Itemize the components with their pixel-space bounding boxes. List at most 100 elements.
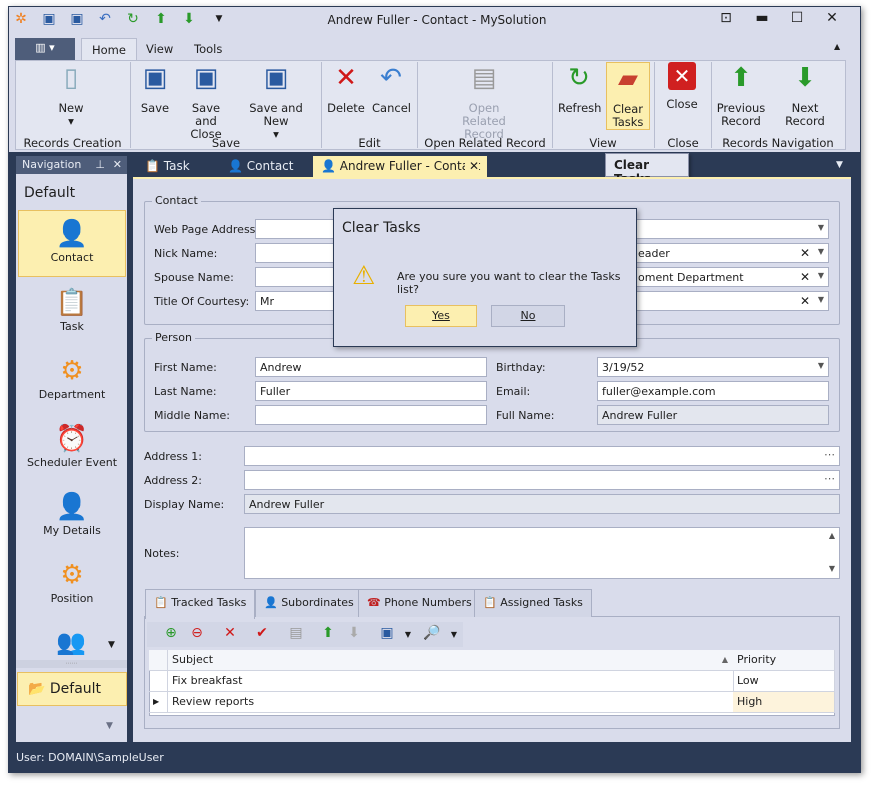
tab-assigned-tasks[interactable]: 📋 Assigned Tasks	[474, 589, 592, 617]
email-input[interactable]: fuller@example.com	[597, 381, 829, 401]
splitter-handle[interactable]: ⋯⋯	[16, 660, 127, 668]
spouse-name-input[interactable]	[255, 267, 335, 287]
open-related-record-button[interactable]: ▤ Open Related Record	[446, 62, 522, 141]
check-icon[interactable]: ✔	[252, 625, 272, 641]
field-label: Birthday:	[496, 361, 546, 374]
display-name-field: Andrew Fuller	[244, 494, 840, 514]
export-dropdown-icon[interactable]: ▼	[398, 630, 418, 639]
cell-priority[interactable]: High	[733, 692, 835, 713]
clear-tasks-label: Clear Tasks	[612, 102, 644, 129]
ribbon-tab-home[interactable]: Home	[81, 38, 137, 60]
arrow-up-icon[interactable]: ⬆	[318, 625, 338, 641]
tab-phone-numbers[interactable]: ☎ Phone Numbers	[358, 589, 481, 617]
first-name-input[interactable]: Andrew	[255, 357, 487, 377]
cell-subject[interactable]: Review reports	[168, 692, 734, 713]
column-header-subject[interactable]: Subject ▲	[168, 650, 734, 671]
ellipsis-button[interactable]: ⋯	[824, 472, 835, 485]
arrow-down-icon[interactable]: ⬇	[344, 625, 364, 641]
close-button[interactable]: ✕ Close	[662, 62, 702, 111]
role-icon[interactable]: 👥	[56, 628, 86, 656]
toolbar-options-icon[interactable]: ▼	[444, 630, 464, 639]
person-icon: 👤	[264, 596, 278, 609]
app-menu-button[interactable]: ▥ ▾	[15, 38, 75, 60]
tab-tracked-tasks[interactable]: 📋 Tracked Tasks	[145, 589, 256, 619]
refresh-label: Refresh	[558, 101, 602, 115]
doc-tab-contact[interactable]: 👤 Contact	[220, 156, 301, 177]
doc-tab-andrew-fuller[interactable]: 👤 Andrew Fuller - Contact ✕	[313, 156, 487, 177]
remove-item-icon[interactable]: ⊖	[187, 625, 207, 641]
close-window-button[interactable]: ✕	[822, 10, 842, 26]
ribbon-tab-tools[interactable]: Tools	[184, 38, 232, 60]
row-indicator[interactable]	[149, 671, 168, 692]
more-items-icon[interactable]: ▼	[108, 640, 115, 650]
clear-tasks-button[interactable]: ▰ Clear Tasks	[606, 62, 650, 130]
ellipsis-button[interactable]: ⋯	[824, 448, 835, 461]
nav-item-task[interactable]: 📋 Task	[18, 286, 126, 333]
save-button[interactable]: ▣ Save	[138, 62, 172, 115]
nav-item-position[interactable]: ⚙ Position	[18, 558, 126, 605]
minimize-button[interactable]: ▬	[752, 10, 772, 26]
new-button[interactable]: ▯ New ▾	[50, 62, 92, 128]
new-item-icon[interactable]: ⊕	[161, 625, 181, 641]
close-tab-icon[interactable]: ✕	[464, 159, 479, 173]
save-and-close-button[interactable]: ▣ Save and Close	[180, 62, 232, 141]
no-button[interactable]: No	[491, 305, 565, 327]
cell-subject[interactable]: Fix breakfast	[168, 671, 734, 692]
focused-row-icon[interactable]: ▶	[149, 692, 168, 713]
nav-group-default[interactable]: 📂 Default	[17, 672, 127, 706]
search-icon[interactable]: 🔎	[422, 625, 442, 641]
middle-name-input[interactable]	[255, 405, 487, 425]
nav-label: Contact	[50, 251, 94, 264]
tab-label: Assigned Tasks	[500, 596, 583, 609]
dropdown-value: eader	[638, 247, 670, 260]
last-name-input[interactable]: Fuller	[255, 381, 487, 401]
field-label: Address 2:	[144, 474, 203, 487]
scroll-up-icon[interactable]: ▲	[829, 531, 835, 540]
address2-input[interactable]: ⋯	[244, 470, 840, 490]
birthday-input[interactable]: 3/19/52 ▼	[597, 357, 829, 377]
notes-textarea[interactable]: ▲ ▼	[244, 527, 840, 579]
address1-input[interactable]: ⋯	[244, 446, 840, 466]
nav-item-department[interactable]: ⚙ Department	[18, 354, 126, 401]
maximize-button[interactable]: ☐	[787, 10, 807, 26]
clear-icon[interactable]: ✕	[800, 270, 810, 284]
column-header-priority[interactable]: Priority	[733, 650, 835, 671]
delete-button[interactable]: ✕ Delete	[326, 62, 366, 115]
tabs-menu-icon[interactable]: ▼	[836, 160, 843, 170]
ribbon-display-icon[interactable]: ⊡	[716, 10, 736, 26]
close-panel-icon[interactable]: ✕	[113, 158, 122, 171]
yes-button[interactable]: Yes	[405, 305, 477, 327]
pin-icon[interactable]: ⊥	[95, 158, 105, 171]
cell-priority[interactable]: Low	[733, 671, 835, 692]
nav-item-scheduler-event[interactable]: ⏰ Scheduler Event	[18, 422, 126, 469]
clear-icon[interactable]: ✕	[800, 246, 810, 260]
previous-record-button[interactable]: ⬆ Previous Record	[716, 62, 766, 128]
nav-label: Department	[38, 388, 106, 401]
collapse-ribbon-icon[interactable]: ▲	[834, 42, 840, 51]
clear-icon[interactable]: ✕	[800, 294, 810, 308]
export-icon[interactable]: ▣	[377, 625, 397, 641]
cancel-button[interactable]: ↶ Cancel	[372, 62, 411, 115]
department-dropdown[interactable]: oment Department ✕ ▼	[630, 267, 829, 287]
doc-tab-task[interactable]: 📋 Task	[137, 156, 198, 177]
nick-name-input[interactable]	[255, 243, 335, 263]
tab-subordinates[interactable]: 👤 Subordinates	[255, 589, 363, 617]
nav-options-icon[interactable]: ▼	[106, 721, 113, 731]
next-record-button[interactable]: ⬇ Next Record	[772, 62, 838, 128]
nav-item-my-details[interactable]: 👤 My Details	[18, 490, 126, 537]
related-record-icon[interactable]: ▤	[286, 625, 306, 641]
field-label: Middle Name:	[154, 409, 230, 422]
ribbon-tab-view[interactable]: View	[136, 38, 183, 60]
refresh-button[interactable]: ↻ Refresh	[558, 62, 602, 115]
delete-icon[interactable]: ✕	[220, 625, 240, 641]
title-of-courtesy-input[interactable]: Mr	[255, 291, 335, 311]
other-dropdown[interactable]: ✕ ▼	[630, 291, 829, 311]
manager-dropdown[interactable]: ▼	[630, 219, 829, 239]
web-page-address-input[interactable]	[255, 219, 335, 239]
new-document-icon: ▯	[63, 63, 79, 93]
scroll-down-icon[interactable]: ▼	[829, 564, 835, 573]
field-label: Address 1:	[144, 450, 203, 463]
save-and-new-button[interactable]: ▣ Save and New ▾	[240, 62, 312, 141]
position-dropdown[interactable]: eader ✕ ▼	[630, 243, 829, 263]
nav-item-contact[interactable]: 👤 Contact	[18, 210, 126, 277]
